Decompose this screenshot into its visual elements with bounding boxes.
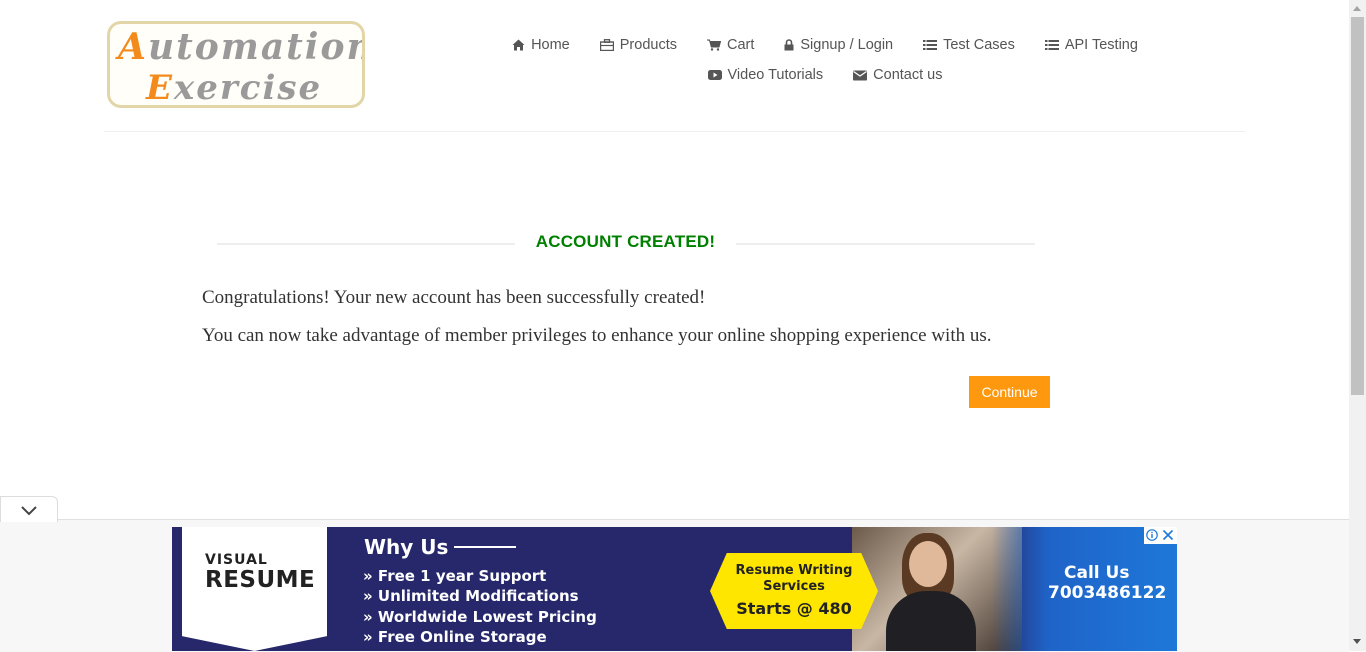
page-scrollbar[interactable] [1349, 0, 1366, 651]
envelope-icon [853, 70, 868, 81]
ad-badge-line1: Resume Writing Services [735, 563, 853, 594]
account-created-heading: ACCOUNT CREATED! [217, 228, 1035, 258]
ad-cta-line1: Call Us [1064, 563, 1130, 583]
ad-brand-logo: VISUAL RESUME [182, 527, 327, 651]
ad-photo-body [886, 591, 976, 651]
privileges-message: You can now take advantage of member pri… [202, 325, 992, 346]
ad-brand-line1: VISUAL [205, 552, 268, 568]
ad-cta-phone: 7003486122 [1048, 583, 1167, 603]
ad-feature: » Free 1 year Support [363, 567, 547, 585]
nav-contact-us[interactable]: Contact us [853, 67, 942, 83]
cart-icon [706, 39, 721, 51]
scroll-thumb[interactable] [1351, 17, 1364, 395]
page-title: ACCOUNT CREATED! [535, 232, 716, 251]
info-icon[interactable] [1144, 527, 1160, 543]
lock-icon [784, 39, 794, 51]
title-divider-left [217, 243, 515, 245]
nav-home-label: Home [531, 37, 570, 53]
ad-badge-line2: Starts @ 480 [736, 599, 852, 618]
ad-choices [1144, 527, 1177, 544]
logo-line2: Exercise [146, 68, 323, 108]
logo-line1-rest: utomation [147, 26, 365, 68]
nav-cart-label: Cart [726, 37, 755, 53]
ad-feature: » Unlimited Modifications [363, 587, 579, 605]
scroll-down-arrow-icon[interactable] [1353, 639, 1361, 644]
nav-row-1: Home Products Cart Signup / Login Test C… [500, 30, 1150, 60]
ad-photo-face [909, 541, 947, 587]
site-logo[interactable]: Automation Exercise [107, 21, 365, 108]
scroll-up-arrow-icon[interactable] [1353, 6, 1361, 11]
youtube-play-icon [707, 69, 722, 81]
nav-video-tutorials-label: Video Tutorials [727, 67, 824, 83]
ad-price-badge: Resume Writing Services Starts @ 480 [710, 553, 878, 629]
list-icon [923, 39, 938, 51]
title-divider-right [736, 243, 1035, 245]
ad-heading-rule [454, 546, 516, 548]
nav-products-label: Products [619, 37, 677, 53]
nav-video-tutorials[interactable]: Video Tutorials [707, 67, 824, 83]
nav-row-2: Video Tutorials Contact us [500, 60, 1150, 90]
close-icon[interactable] [1160, 527, 1176, 543]
nav-test-cases-label: Test Cases [943, 37, 1015, 53]
ad-collapse-button[interactable] [0, 496, 58, 522]
chevron-down-icon [21, 506, 37, 516]
logo-line2-rest: xercise [173, 68, 323, 108]
nav-cart[interactable]: Cart [706, 37, 755, 53]
ad-feature: » Free Online Storage [363, 628, 547, 646]
nav-signup-login[interactable]: Signup / Login [784, 37, 893, 53]
logo-line1: Automation [118, 26, 365, 68]
nav-contact-us-label: Contact us [873, 67, 943, 83]
ad-heading: Why Us [364, 535, 449, 559]
continue-button[interactable]: Continue [969, 376, 1050, 408]
nav-signup-login-label: Signup / Login [800, 37, 894, 53]
home-icon [512, 39, 525, 51]
list-icon [1044, 39, 1059, 51]
ad-brand-line2: RESUME [205, 567, 316, 593]
nav-home[interactable]: Home [512, 37, 570, 53]
ad-banner[interactable]: VISUAL RESUME Why Us » Free 1 year Suppo… [172, 527, 1177, 651]
nav-test-cases[interactable]: Test Cases [923, 37, 1015, 53]
header-divider [104, 131, 1245, 132]
briefcase-icon [599, 39, 614, 51]
congratulations-message: Congratulations! Your new account has be… [202, 287, 706, 308]
ad-feature: » Worldwide Lowest Pricing [363, 608, 597, 626]
main-nav: Home Products Cart Signup / Login Test C… [500, 30, 1150, 90]
nav-products[interactable]: Products [599, 37, 677, 53]
nav-api-testing-label: API Testing [1064, 37, 1138, 53]
nav-api-testing[interactable]: API Testing [1044, 37, 1138, 53]
